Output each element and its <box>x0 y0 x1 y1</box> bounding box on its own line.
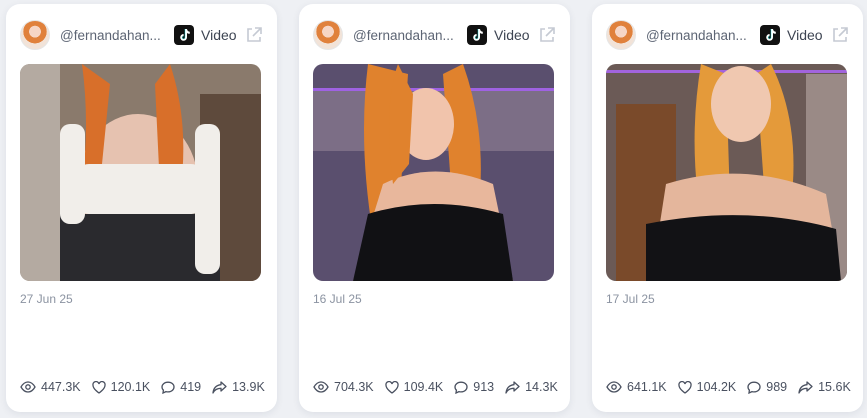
comments-count: 913 <box>473 380 495 394</box>
content-type-label: Video <box>787 27 823 43</box>
stats-row: 447.3K 120.1K 419 13.9K <box>20 378 276 396</box>
avatar[interactable] <box>313 20 343 50</box>
external-link-icon[interactable] <box>245 26 263 44</box>
card-header: @fernandahan... Video <box>606 20 849 50</box>
views-count: 641.1K <box>627 380 667 394</box>
shares-stat: 13.9K <box>212 380 265 394</box>
post-date: 27 Jun 25 <box>20 292 73 306</box>
avatar[interactable] <box>606 20 636 50</box>
avatar[interactable] <box>20 20 50 50</box>
shares-stat: 14.3K <box>505 380 558 394</box>
eye-icon <box>20 381 36 393</box>
views-stat: 704.3K <box>313 380 374 394</box>
stats-row: 641.1K 104.2K 989 15.6K <box>606 378 862 396</box>
card-header: @fernandahan... Video <box>313 20 556 50</box>
share-icon <box>798 380 813 394</box>
shares-stat: 15.6K <box>798 380 851 394</box>
shares-count: 14.3K <box>525 380 558 394</box>
eye-icon <box>313 381 329 393</box>
eye-icon <box>606 381 622 393</box>
video-thumbnail[interactable] <box>313 64 554 281</box>
likes-count: 120.1K <box>110 380 151 394</box>
likes-count: 109.4K <box>403 380 444 394</box>
comments-stat: 419 <box>161 380 201 394</box>
video-thumbnail[interactable] <box>606 64 847 281</box>
comments-stat: 989 <box>747 380 787 394</box>
post-date: 17 Jul 25 <box>606 292 655 306</box>
views-count: 447.3K <box>41 380 81 394</box>
post-date: 16 Jul 25 <box>313 292 362 306</box>
external-link-icon[interactable] <box>538 26 556 44</box>
views-count: 704.3K <box>334 380 374 394</box>
external-link-icon[interactable] <box>831 26 849 44</box>
post-card[interactable]: @fernandahan... Video 27 Jun 25 447.3K 1… <box>6 4 277 412</box>
tiktok-icon <box>760 25 780 45</box>
likes-stat: 120.1K <box>91 380 151 394</box>
heart-icon <box>677 380 692 394</box>
creator-handle[interactable]: @fernandahan... <box>60 28 166 43</box>
heart-icon <box>91 380 106 394</box>
creator-handle[interactable]: @fernandahan... <box>353 28 459 43</box>
post-card[interactable]: @fernandahan... Video 17 Jul 25 641.1K 1… <box>592 4 863 412</box>
content-type-label: Video <box>201 27 237 43</box>
tiktok-icon <box>467 25 487 45</box>
comment-icon <box>454 381 468 394</box>
comment-icon <box>747 381 761 394</box>
views-stat: 641.1K <box>606 380 667 394</box>
shares-count: 13.9K <box>232 380 265 394</box>
likes-stat: 109.4K <box>384 380 444 394</box>
post-card[interactable]: @fernandahan... Video 16 Jul 25 704.3K 1… <box>299 4 570 412</box>
likes-count: 104.2K <box>696 380 737 394</box>
video-thumbnail[interactable] <box>20 64 261 281</box>
comments-count: 989 <box>766 380 788 394</box>
comment-icon <box>161 381 175 394</box>
card-header: @fernandahan... Video <box>20 20 263 50</box>
share-icon <box>505 380 520 394</box>
content-type-label: Video <box>494 27 530 43</box>
shares-count: 15.6K <box>818 380 851 394</box>
heart-icon <box>384 380 399 394</box>
share-icon <box>212 380 227 394</box>
views-stat: 447.3K <box>20 380 81 394</box>
stats-row: 704.3K 109.4K 913 14.3K <box>313 378 569 396</box>
comments-count: 419 <box>180 380 202 394</box>
comments-stat: 913 <box>454 380 494 394</box>
creator-handle[interactable]: @fernandahan... <box>646 28 752 43</box>
tiktok-icon <box>174 25 194 45</box>
likes-stat: 104.2K <box>677 380 737 394</box>
